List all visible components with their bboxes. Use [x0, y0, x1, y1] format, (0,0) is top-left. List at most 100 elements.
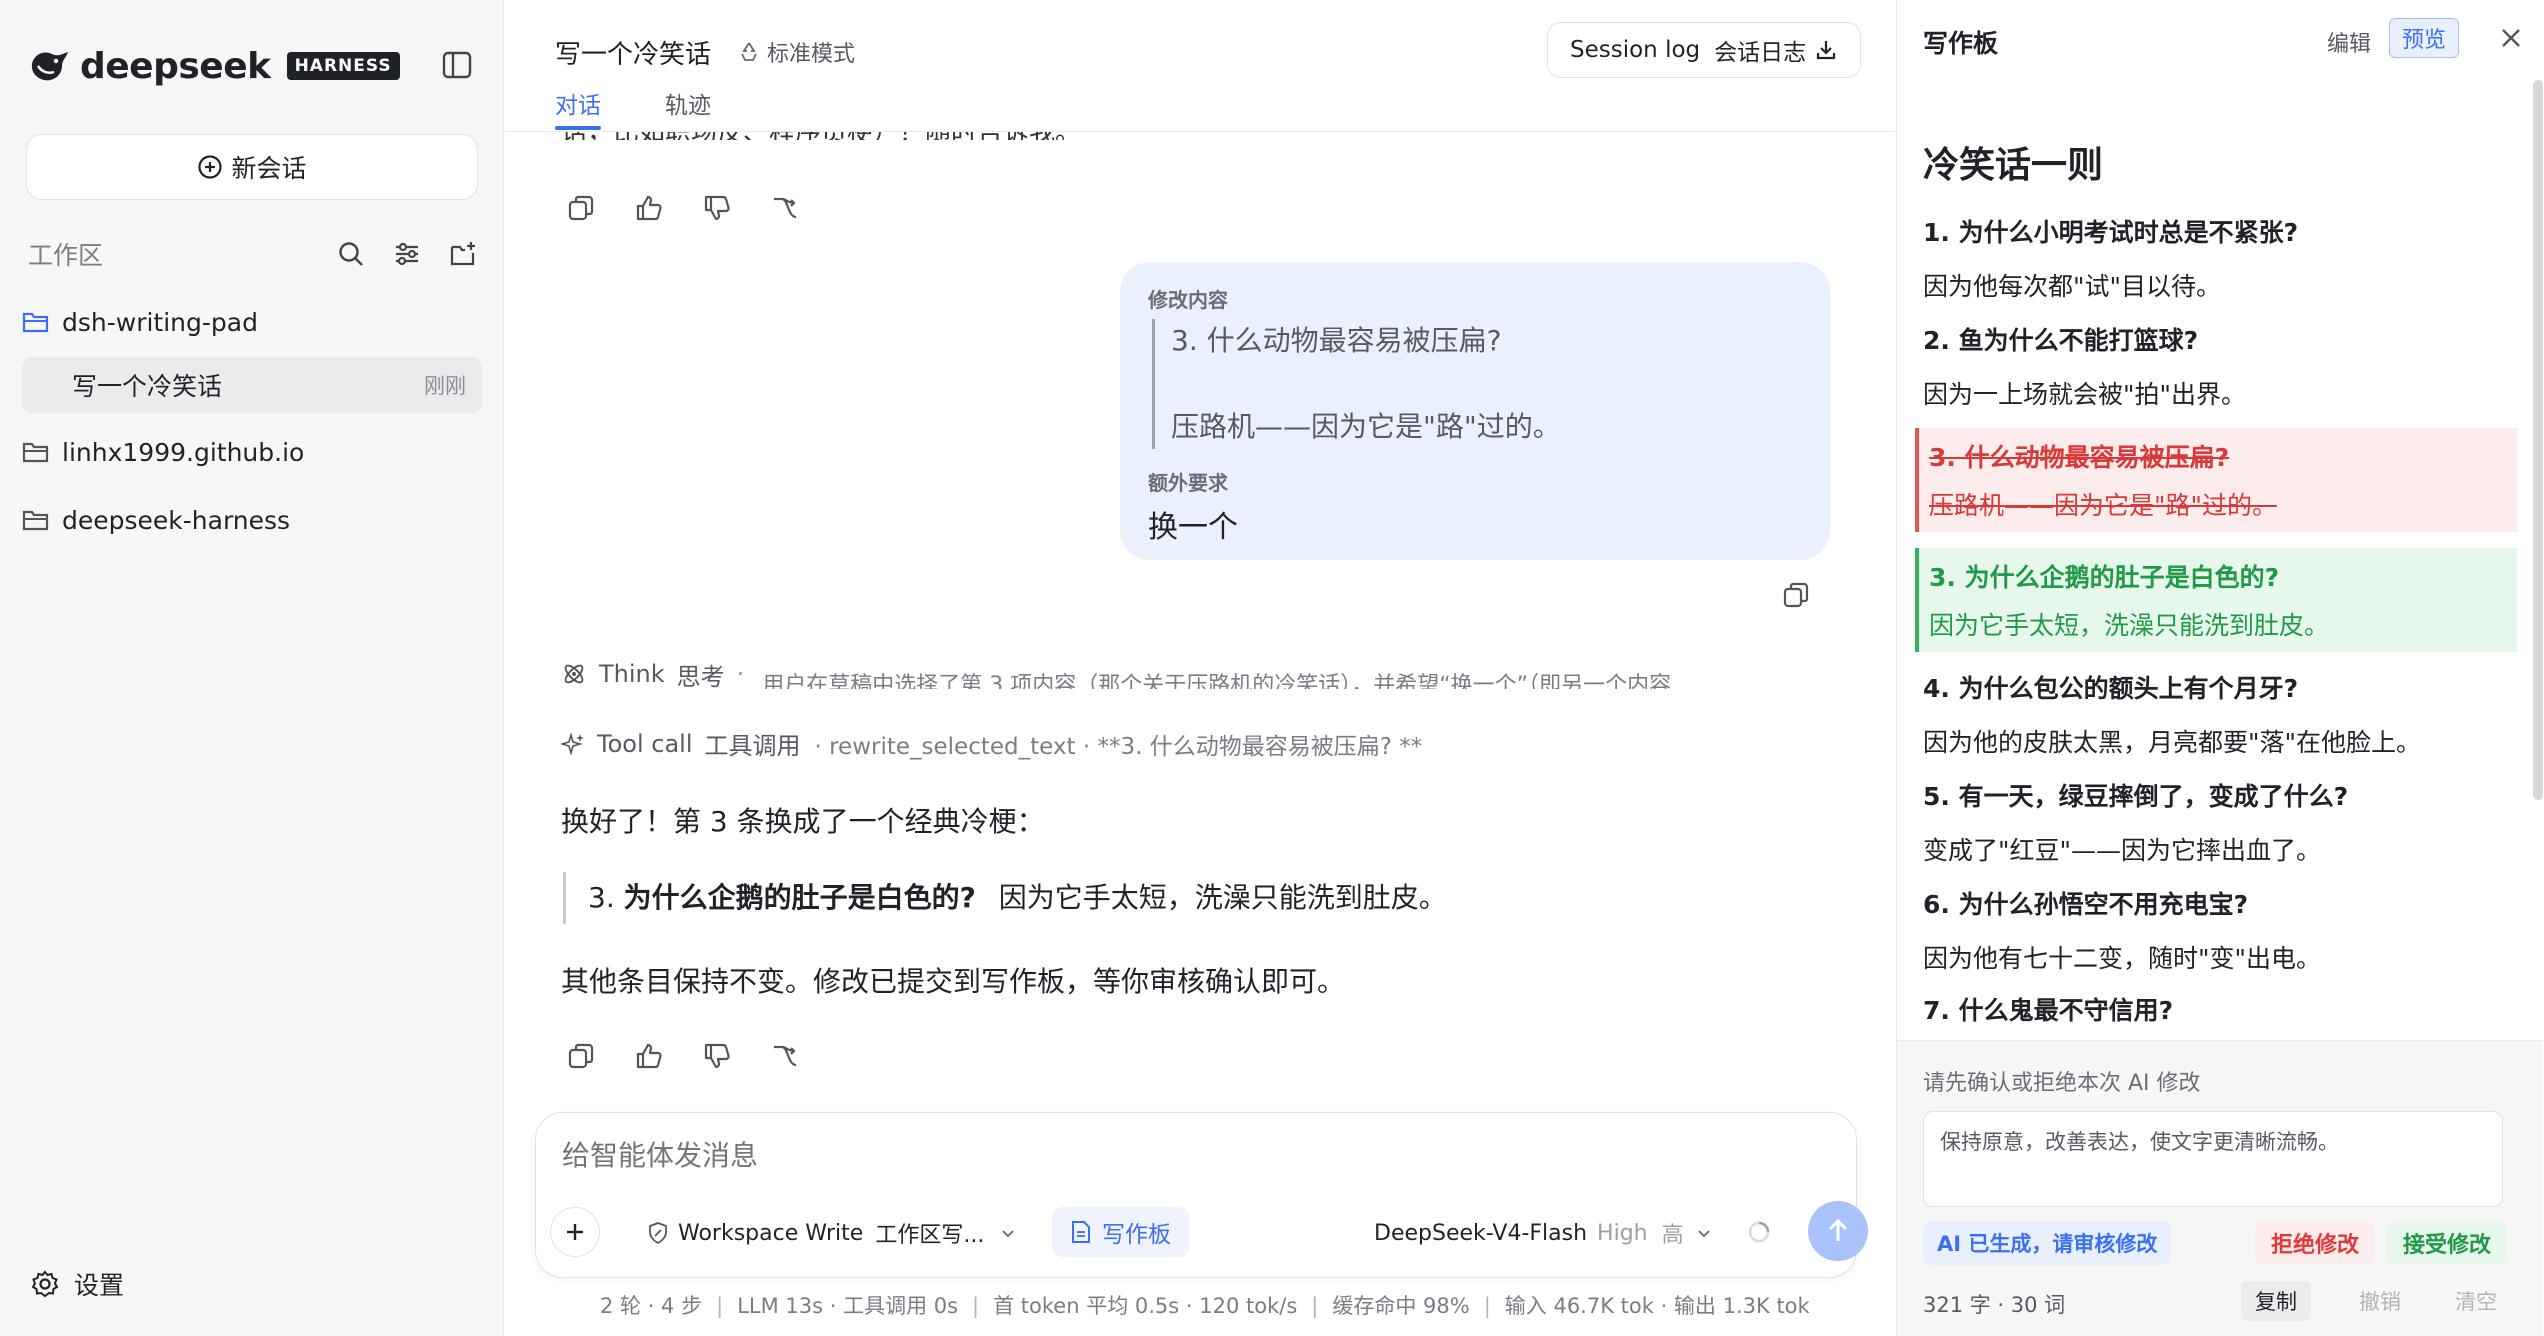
chat-item-name: 写一个冷笑话 [72, 372, 223, 401]
branch-button[interactable] [767, 190, 803, 226]
panel-title: 写作板 [1923, 29, 1999, 58]
permission-select[interactable]: Workspace Write 工作区写... [646, 1217, 1026, 1249]
added-answer: 因为它手太短，洗澡只能洗到肚皮。 [1929, 611, 2330, 640]
doc-answer: 因为他的皮肤太黑，月亮都要"落"在他脸上。 [1923, 728, 2421, 757]
loading-spinner-icon [1746, 1219, 1772, 1249]
deleted-diff-block: 3. 什么动物最容易被压扁? 压路机——因为它是"路"过的。 [1915, 428, 2517, 532]
preview-mode-button[interactable]: 预览 [2389, 18, 2460, 58]
attach-button[interactable] [550, 1207, 600, 1257]
doc-item: 7. 什么鬼最不守信用? [1923, 994, 2513, 1028]
writing-pad-toggle[interactable]: 写作板 [1052, 1207, 1189, 1257]
branch-button[interactable] [767, 1038, 803, 1074]
doc-item: 1. 为什么小明考试时总是不紧张? 因为他每次都"试"目以待。 [1923, 216, 2513, 304]
message-actions [563, 190, 835, 226]
tool-call-detail-text: rewrite_selected_text · **3. 什么动物最容易被压扁?… [829, 733, 1423, 760]
search-icon [339, 242, 363, 266]
copy-message-button[interactable] [563, 190, 599, 226]
accept-changes-button[interactable]: 接受修改 [2387, 1221, 2508, 1265]
dislike-button[interactable] [699, 1038, 735, 1074]
session-log-cn: 会话日志 [1714, 40, 1807, 66]
new-folder-button[interactable] [446, 237, 480, 271]
edit-mode-button[interactable]: 编辑 [2327, 26, 2371, 58]
mode-indicator[interactable]: 标准模式 [737, 36, 855, 68]
tab-conversation[interactable]: 对话 [555, 86, 601, 120]
model-name: DeepSeek-V4-Flash [1374, 1220, 1588, 1246]
undo-button[interactable]: 撤销 [2345, 1281, 2415, 1321]
send-button[interactable] [1808, 1201, 1868, 1261]
close-panel-button[interactable] [2497, 24, 2525, 56]
copy-icon [568, 195, 594, 221]
copy-icon [568, 1043, 594, 1069]
reasoning-level-en: High [1597, 1220, 1648, 1246]
sidebar: deepseek HARNESS 新会话 工作区 dsh-writing-pad… [0, 0, 504, 1336]
added-question: 3. 为什么企鹅的肚子是白色的? [1929, 563, 2280, 592]
quote-question: 为什么企鹅的肚子是白色的? [623, 881, 976, 914]
project-linhx1999-github-io[interactable]: linhx1999.github.io [22, 424, 304, 480]
ai-generated-badge: AI 已生成，请审核修改 [1923, 1221, 2172, 1265]
tool-call-block[interactable]: Tool call 工具调用 · rewrite_selected_text ·… [561, 726, 1422, 761]
chat-item-time: 刚刚 [424, 374, 466, 398]
session-log-button[interactable]: Session log 会话日志 [1547, 22, 1862, 78]
copy-doc-button[interactable]: 复制 [2241, 1281, 2311, 1321]
new-chat-button[interactable]: 新会话 [26, 134, 478, 200]
project-name: linhx1999.github.io [62, 437, 305, 467]
recycle-icon [741, 42, 757, 61]
arrow-up-icon [1828, 1218, 1848, 1241]
deepseek-whale-icon [31, 52, 68, 81]
writing-pad-label: 写作板 [1102, 1222, 1171, 1248]
reject-changes-button[interactable]: 拒绝修改 [2255, 1221, 2376, 1265]
sidebar-panel-icon [442, 51, 472, 79]
doc-answer: 因为他有七十二变，随时"变"出电。 [1923, 944, 2321, 973]
deleted-answer: 压路机——因为它是"路"过的。 [1929, 491, 2277, 520]
settings-button[interactable]: 设置 [30, 1266, 124, 1302]
project-dsh-writing-pad[interactable]: dsh-writing-pad [22, 294, 258, 350]
think-label-en: Think [599, 660, 665, 688]
project-deepseek-harness[interactable]: deepseek-harness [22, 492, 290, 548]
think-block[interactable]: Think 思考 · 用户在草稿中选择了第 3 项内容（那个关于压路机的冷笑话）… [561, 654, 1831, 694]
shield-edit-icon [649, 1222, 667, 1245]
harness-badge: HARNESS [286, 52, 400, 80]
thumbs-up-icon [636, 195, 662, 221]
copy-user-message-button[interactable] [1781, 580, 1811, 614]
like-button[interactable] [631, 1038, 667, 1074]
sparkle-icon [561, 731, 584, 756]
project-name: deepseek-harness [62, 505, 291, 535]
plus-circle-icon [198, 155, 223, 179]
folder-icon [22, 510, 49, 531]
model-select[interactable]: DeepSeek-V4-Flash High 高 [1374, 1217, 1714, 1249]
edit-content-label: 修改内容 [1148, 288, 1228, 312]
chevron-down-icon [1697, 1230, 1710, 1238]
stat-llm: LLM 13s · 工具调用 0s [737, 1294, 959, 1318]
quote-line: 压路机——因为它是"路"过的。 [1171, 410, 1561, 443]
clear-button[interactable]: 清空 [2441, 1281, 2511, 1321]
download-icon [1817, 41, 1836, 60]
message-input[interactable] [562, 1139, 1762, 1172]
thumbs-down-icon [704, 1043, 730, 1069]
doc-item: 2. 鱼为什么不能打篮球? 因为一上场就会被"拍"出界。 [1923, 324, 2513, 412]
revision-instruction-input[interactable]: 保持原意，改善表达，使文字更清晰流畅。 [1923, 1111, 2503, 1207]
like-button[interactable] [631, 190, 667, 226]
tab-trajectory[interactable]: 轨迹 [665, 86, 711, 120]
think-separator: · [736, 660, 745, 688]
project-name: dsh-writing-pad [62, 307, 258, 337]
think-label-cn: 思考 [676, 662, 725, 691]
word-count: 321 字 · 30 词 [1923, 1293, 2066, 1317]
chat-main: 写一个冷笑话 标准模式 Session log 会话日志 对话 轨迹 话，比如职… [505, 0, 1895, 1336]
gear-icon [31, 1270, 59, 1298]
doc-item: 5. 有一天，绿豆摔倒了，变成了什么? 变成了"红豆"——因为它摔出血了。 [1923, 780, 2513, 868]
stat-cache: 缓存命中 98% [1332, 1294, 1470, 1318]
mode-label: 标准模式 [767, 42, 856, 67]
page-title: 写一个冷笑话 [555, 40, 712, 70]
assistant-reply-line: 换好了！第 3 条换成了一个经典冷梗： [561, 805, 1045, 838]
filter-workspace-button[interactable] [390, 237, 424, 271]
dislike-button[interactable] [699, 190, 735, 226]
search-workspace-button[interactable] [334, 237, 368, 271]
copy-message-button[interactable] [563, 1038, 599, 1074]
panel-scrollbar[interactable] [2533, 80, 2543, 800]
reasoning-level-cn: 高 [1661, 1223, 1684, 1248]
chat-item-active[interactable]: 写一个冷笑话 刚刚 [22, 357, 482, 413]
toggle-sidebar-button[interactable] [440, 48, 474, 82]
active-tab-indicator [555, 126, 601, 130]
tool-label-en: Tool call [597, 729, 693, 758]
document-icon [1072, 1221, 1090, 1243]
